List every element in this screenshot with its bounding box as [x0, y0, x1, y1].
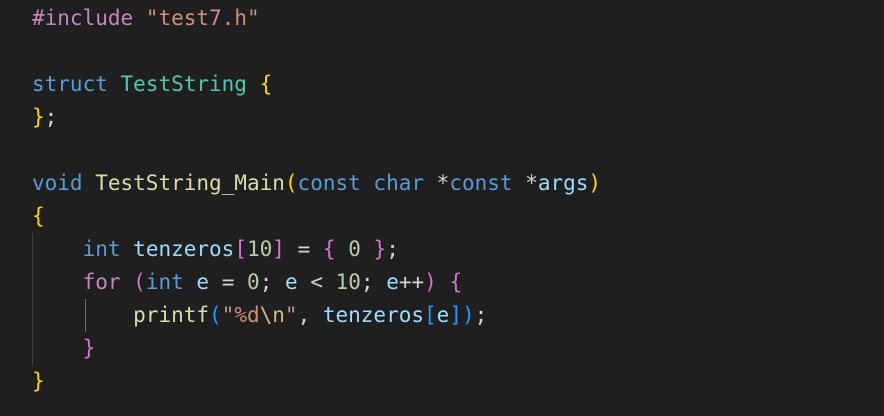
code-token: {	[259, 72, 273, 96]
code-line[interactable]: for (int e = 0; e < 10; e++) {	[32, 266, 601, 299]
code-token: \n	[259, 303, 285, 327]
code-line[interactable]: struct TestString {	[32, 68, 601, 101]
code-token: args	[537, 171, 589, 195]
code-token: for	[82, 270, 121, 294]
code-token: #include	[32, 6, 134, 30]
code-token: (	[133, 270, 146, 294]
code-token: 10	[246, 237, 273, 261]
code-editor[interactable]: #include "test7.h" struct TestString {};…	[0, 0, 884, 416]
code-token: *	[436, 171, 450, 195]
code-token: [	[424, 303, 437, 327]
code-line[interactable]: printf("%d\n", tenzeros[e]);	[32, 299, 601, 332]
code-token: 10	[335, 270, 361, 294]
code-token: const	[297, 171, 361, 195]
code-token: ,	[297, 303, 323, 327]
code-token: (	[284, 171, 298, 195]
code-line[interactable]: }	[32, 332, 601, 365]
code-line[interactable]	[32, 35, 601, 68]
code-token: printf	[133, 303, 210, 327]
code-token: {	[322, 237, 336, 261]
code-token: {	[449, 270, 463, 294]
code-token: ;	[360, 270, 387, 294]
code-token: e	[386, 270, 399, 294]
code-token: TestString_Main	[95, 171, 285, 195]
code-token: e	[436, 303, 450, 327]
code-token: =	[221, 270, 235, 294]
code-token: tenzeros	[133, 237, 235, 261]
code-token: (	[209, 303, 222, 327]
code-token: struct	[32, 72, 108, 96]
code-token: {	[32, 204, 45, 228]
code-line[interactable]: #include "test7.h"	[32, 2, 601, 35]
code-token: tenzeros	[322, 303, 425, 327]
code-token: <	[310, 270, 323, 294]
code-lines: #include "test7.h" struct TestString {};…	[32, 2, 601, 398]
code-token: )	[588, 171, 602, 195]
code-line[interactable]	[32, 134, 601, 167]
code-token: 0	[247, 270, 260, 294]
code-token: =	[297, 237, 311, 261]
code-line[interactable]: int tenzeros[10] = { 0 };	[32, 233, 601, 266]
code-token: const	[449, 171, 513, 195]
code-token: ;	[259, 270, 285, 294]
code-token: )	[461, 303, 475, 327]
code-token: [	[234, 237, 247, 261]
code-token: ++	[398, 270, 425, 294]
code-line[interactable]: };	[32, 101, 601, 134]
code-token: char	[373, 171, 424, 195]
code-line[interactable]: {	[32, 200, 601, 233]
code-token: *	[525, 171, 538, 195]
code-token: ]	[272, 237, 285, 261]
code-token: "test7.h"	[145, 6, 260, 30]
code-token: void	[32, 171, 83, 195]
code-token: int	[145, 270, 184, 294]
code-token: ;	[474, 303, 488, 327]
code-token: int	[82, 237, 121, 261]
code-token: e	[196, 270, 210, 294]
code-token: ;	[44, 105, 58, 129]
code-token: "	[284, 303, 298, 327]
code-token: 0	[348, 237, 361, 261]
code-line[interactable]: }	[32, 365, 601, 398]
code-token: }	[373, 237, 387, 261]
code-token: }	[32, 105, 45, 129]
code-token: }	[32, 369, 45, 393]
code-token: e	[285, 270, 298, 294]
code-line[interactable]: void TestString_Main(const char *const *…	[32, 167, 601, 200]
code-token: }	[82, 336, 96, 360]
code-token: )	[424, 270, 437, 294]
code-token: TestString	[120, 72, 247, 96]
code-token: ]	[449, 303, 462, 327]
code-token: "%d	[221, 303, 260, 327]
code-token: ;	[386, 237, 399, 261]
